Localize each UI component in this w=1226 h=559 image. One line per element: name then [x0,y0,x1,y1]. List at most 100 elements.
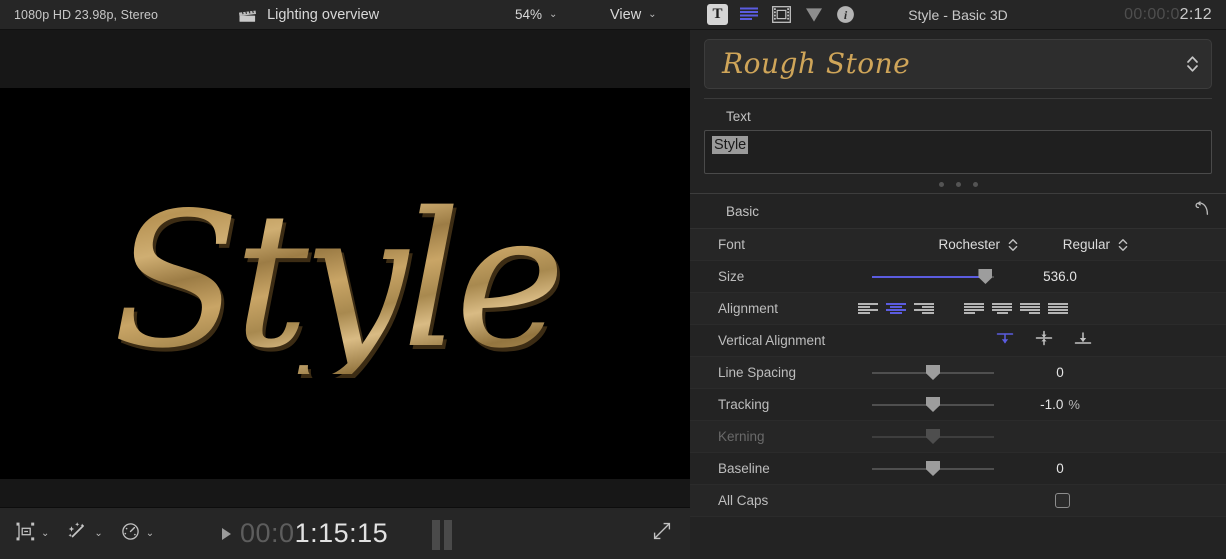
scrubber-handle[interactable] [432,520,452,550]
inspector-header: T [690,0,1226,30]
row-alignment: Alignment [690,293,1226,325]
tracking-number: -1.0 [1040,397,1063,412]
kerning-slider [872,427,994,447]
font-style-value[interactable]: Regular [1020,237,1110,252]
expand-arrows-icon[interactable] [652,521,672,546]
chevron-down-icon: ⌄ [41,529,49,539]
stepper-up-down-icon[interactable] [1186,55,1199,73]
transform-tool-menu[interactable]: ⌄ [16,522,49,546]
basic-section-label: Basic [726,204,759,219]
zoom-level-label: 54% [515,7,542,22]
slider-thumb[interactable] [926,397,940,412]
timecode-lit-part: 2:12 [1180,6,1212,23]
line-spacing-slider[interactable] [872,363,994,383]
filter-inspector-icon[interactable] [803,4,824,25]
row-label: Alignment [718,301,778,316]
video-inspector-icon[interactable] [771,4,792,25]
tracking-slider[interactable] [872,395,994,415]
media-info-label: 1080p HD 23.98p, Stereo [14,8,158,22]
slider-thumb[interactable] [978,269,992,284]
align-block-left-icon[interactable] [964,302,984,316]
align-block-center-icon[interactable] [992,302,1012,316]
inspector-pane: T [690,0,1226,559]
timecode-dim-part: 00:00:0 [1124,6,1179,23]
playhead-timecode-group[interactable]: 00:01:15:15 [222,518,388,549]
timecode-dim-part: 00:0 [240,518,295,548]
viewer-top-toolbar: 1080p HD 23.98p, Stereo Lighting overv [0,0,690,30]
view-menu[interactable]: View ⌄ [610,7,657,23]
font-family-value[interactable]: Rochester [890,237,1000,252]
valign-top-icon[interactable] [995,330,1015,351]
text-input-value: Style [712,136,748,154]
alignment-buttons [858,302,1068,316]
align-center-icon[interactable] [886,302,906,316]
info-inspector-icon[interactable]: i [835,4,856,25]
size-slider[interactable] [872,267,994,287]
scrubber-bar [432,520,440,550]
inspector-timecode[interactable]: 00:00:02:12 [1124,6,1212,24]
viewer-pane: 1080p HD 23.98p, Stereo Lighting overv [0,0,690,559]
play-triangle-icon[interactable] [222,528,231,540]
font-family-stepper-icon[interactable] [1008,238,1018,252]
valign-bottom-icon[interactable] [1073,330,1093,351]
text-layout-icon[interactable] [739,4,760,25]
row-label: Font [718,237,745,252]
clapper-board-icon [238,7,257,23]
property-rows: Font Rochester Regular Size 536.0 [690,228,1226,517]
basic-section-header: Basic [690,194,1226,228]
chevron-down-icon: ⌄ [94,529,102,539]
retime-tool-menu[interactable]: ⌄ [121,522,154,546]
row-label: Size [718,269,744,284]
row-size[interactable]: Size 536.0 [690,261,1226,293]
valign-middle-icon[interactable] [1034,330,1054,351]
slider-thumb[interactable] [926,365,940,380]
resize-dots-handle[interactable] [704,174,1212,187]
align-justify-icon[interactable] [1048,302,1068,316]
size-value[interactable]: 536.0 [1010,269,1110,284]
text-inspector-icon[interactable]: T [707,4,728,25]
row-tracking[interactable]: Tracking -1.0% [690,389,1226,421]
row-line-spacing[interactable]: Line Spacing 0 [690,357,1226,389]
text-input[interactable]: Style [704,130,1212,174]
baseline-value[interactable]: 0 [1010,461,1110,476]
row-font[interactable]: Font Rochester Regular [690,229,1226,261]
row-label: Tracking [718,397,769,412]
align-right-icon[interactable] [914,302,934,316]
row-baseline[interactable]: Baseline 0 [690,453,1226,485]
project-title: Lighting overview [267,7,379,23]
magic-wand-icon [67,521,88,546]
text-section-label: Text [690,99,1226,124]
preset-selector-wrap: Rough Stone [690,30,1226,89]
viewer-canvas[interactable]: Style [0,88,690,479]
viewer-timecode[interactable]: 00:01:15:15 [240,518,388,549]
slider-thumb[interactable] [926,461,940,476]
baseline-slider[interactable] [872,459,994,479]
align-block-right-icon[interactable] [1020,302,1040,316]
chevron-down-icon: ⌄ [549,10,557,20]
row-label: Kerning [718,429,765,444]
retime-speedometer-icon [121,522,140,546]
align-left-icon[interactable] [858,302,878,316]
timecode-lit-part: 1:15:15 [295,518,389,548]
row-all-caps[interactable]: All Caps [690,485,1226,517]
row-kerning: Kerning [690,421,1226,453]
effects-tool-menu[interactable]: ⌄ [67,521,102,546]
viewer-letterbox-top [0,30,690,88]
chevron-down-icon: ⌄ [146,529,154,539]
font-style-stepper-icon[interactable] [1118,238,1128,252]
zoom-level-menu[interactable]: 54% ⌄ [515,7,557,22]
row-label: Line Spacing [718,365,796,380]
line-spacing-value[interactable]: 0 [1010,365,1110,380]
scrubber-bar [444,520,452,550]
vertical-alignment-buttons [995,330,1093,351]
tracking-value[interactable]: -1.0% [1010,397,1110,412]
slider-fill [872,276,985,278]
row-label: Vertical Alignment [718,333,825,348]
transform-tool-icon [16,522,35,546]
text-preset-selector[interactable]: Rough Stone [704,39,1212,89]
inspector-tab-icons: T [707,4,856,25]
view-menu-label: View [610,7,641,23]
reset-arrow-icon[interactable] [1194,201,1210,221]
all-caps-checkbox[interactable] [1055,493,1070,508]
handle-dot [939,182,944,187]
